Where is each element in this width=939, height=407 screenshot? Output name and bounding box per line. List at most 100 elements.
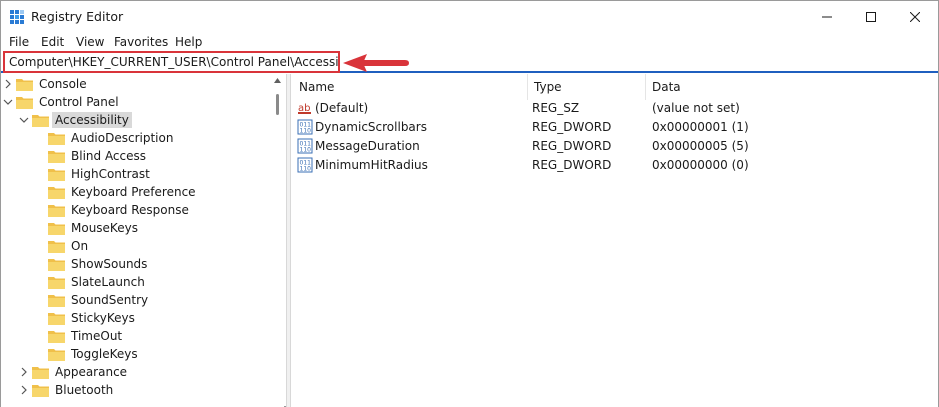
tree-item[interactable]: SoundSentry xyxy=(1,291,271,309)
tree-item-label: Console xyxy=(39,77,87,91)
minimize-button[interactable] xyxy=(804,1,850,33)
tree-item-label: ShowSounds xyxy=(71,257,148,271)
maximize-icon xyxy=(866,12,876,22)
string-value-icon: ab xyxy=(298,103,311,114)
tree-item[interactable]: Keyboard Response xyxy=(1,201,271,219)
scroll-up-icon[interactable] xyxy=(274,78,281,83)
chevron-down-icon[interactable] xyxy=(3,97,13,107)
folder-icon xyxy=(16,96,33,109)
folder-icon xyxy=(48,276,65,289)
svg-text:110: 110 xyxy=(300,166,312,173)
column-header-data[interactable]: Data xyxy=(646,74,846,100)
chevron-down-icon[interactable] xyxy=(19,115,29,125)
tree-item[interactable]: TimeOut xyxy=(1,327,271,345)
tree-item[interactable]: HighContrast xyxy=(1,165,271,183)
folder-icon xyxy=(48,150,65,163)
annotation-arrow-icon xyxy=(343,54,409,72)
menu-file[interactable]: File xyxy=(9,35,29,49)
folder-icon xyxy=(48,132,65,145)
value-row[interactable]: 011 110 DynamicScrollbars REG_DWORD 0x000000… xyxy=(291,118,938,137)
value-name: MinimumHitRadius xyxy=(315,158,428,172)
tree-item[interactable]: Accessibility xyxy=(1,111,271,129)
tree-item-label: TimeOut xyxy=(71,329,123,343)
folder-icon xyxy=(48,168,65,181)
menu-favorites[interactable]: Favorites xyxy=(114,35,168,49)
folder-icon xyxy=(48,330,65,343)
value-data: (value not set) xyxy=(652,101,740,115)
title-bar: Registry Editor xyxy=(1,1,938,33)
minimize-icon xyxy=(822,16,832,18)
tree-item[interactable]: AudioDescription xyxy=(1,129,271,147)
folder-icon xyxy=(48,294,65,307)
tree-item[interactable]: ToggleKeys xyxy=(1,345,271,363)
value-type: REG_DWORD xyxy=(532,139,612,153)
close-icon xyxy=(910,12,920,22)
value-data: 0x00000005 (5) xyxy=(652,139,749,153)
registry-editor-icon xyxy=(10,10,24,24)
column-header-type[interactable]: Type xyxy=(528,74,648,100)
registry-editor-window: Registry Editor File Edit View Favorites… xyxy=(0,0,939,407)
value-row[interactable]: 011 110 MessageDuration REG_DWORD 0x00000005… xyxy=(291,137,938,156)
tree-item-label: SlateLaunch xyxy=(71,275,145,289)
folder-icon xyxy=(32,366,49,379)
menu-help[interactable]: Help xyxy=(175,35,202,49)
key-tree[interactable]: Console Control Panel Accessibility AudioDe… xyxy=(1,74,284,407)
tree-item[interactable]: Control Panel xyxy=(1,93,271,111)
binary-value-icon: 011110 xyxy=(297,138,313,154)
tree-item[interactable]: Blind Access xyxy=(1,147,271,165)
address-input[interactable]: Computer\HKEY_CURRENT_USER\Control Panel… xyxy=(3,51,340,73)
value-data: 0x00000000 (0) xyxy=(652,158,749,172)
tree-item-label: Blind Access xyxy=(71,149,147,163)
maximize-button[interactable] xyxy=(848,1,894,33)
value-type: REG_DWORD xyxy=(532,158,612,172)
folder-icon xyxy=(48,222,65,235)
folder-icon xyxy=(48,186,65,199)
tree-item[interactable]: StickyKeys xyxy=(1,309,271,327)
value-row[interactable]: 011 110 MinimumHitRadius REG_DWORD 0x0000000… xyxy=(291,156,938,175)
column-header-name[interactable]: Name xyxy=(293,74,528,100)
value-row[interactable]: ab (Default) REG_SZ (value not set) xyxy=(291,99,938,118)
tree-item[interactable]: On xyxy=(1,237,271,255)
value-name: MessageDuration xyxy=(315,139,420,153)
chevron-right-icon[interactable] xyxy=(19,385,29,395)
tree-item-label: Control Panel xyxy=(39,95,119,109)
chevron-right-icon[interactable] xyxy=(3,79,13,89)
folder-icon xyxy=(32,114,49,127)
value-name: DynamicScrollbars xyxy=(315,120,427,134)
tree-item-label: AudioDescription xyxy=(71,131,174,145)
menu-view[interactable]: View xyxy=(76,35,104,49)
scroll-thumb[interactable] xyxy=(276,94,279,115)
folder-icon xyxy=(32,384,49,397)
address-path: Computer\HKEY_CURRENT_USER\Control Panel… xyxy=(9,55,340,69)
tree-item-label: On xyxy=(71,239,89,253)
tree-item[interactable]: Bluetooth xyxy=(1,381,271,399)
menu-edit[interactable]: Edit xyxy=(41,35,64,49)
tree-item[interactable]: Keyboard Preference xyxy=(1,183,271,201)
value-data: 0x00000001 (1) xyxy=(652,120,749,134)
value-type: REG_DWORD xyxy=(532,120,612,134)
tree-item[interactable]: ShowSounds xyxy=(1,255,271,273)
tree-item-label: MouseKeys xyxy=(71,221,138,235)
folder-icon xyxy=(48,204,65,217)
tree-item-label: Keyboard Preference xyxy=(71,185,196,199)
tree-item[interactable]: Appearance xyxy=(1,363,271,381)
svg-text:110: 110 xyxy=(300,128,312,135)
tree-item[interactable]: SlateLaunch xyxy=(1,273,271,291)
folder-icon xyxy=(48,348,65,361)
folder-icon xyxy=(16,78,33,91)
tree-item-label: SoundSentry xyxy=(71,293,149,307)
tree-item-label: Bluetooth xyxy=(55,383,114,397)
tree-item[interactable]: MouseKeys xyxy=(1,219,271,237)
binary-value-icon: 011110 xyxy=(297,157,313,173)
binary-value-icon: 011110 xyxy=(297,119,313,135)
tree-item[interactable]: Console xyxy=(1,75,271,93)
chevron-right-icon[interactable] xyxy=(19,367,29,377)
svg-text:110: 110 xyxy=(300,147,312,154)
value-name: (Default) xyxy=(315,101,369,115)
tree-item-label: Keyboard Response xyxy=(71,203,189,217)
folder-icon xyxy=(48,312,65,325)
tree-scrollbar[interactable] xyxy=(271,74,284,407)
tree-item-label: HighContrast xyxy=(71,167,150,181)
tree-item-label: Accessibility xyxy=(52,112,132,128)
close-button[interactable] xyxy=(892,1,938,33)
